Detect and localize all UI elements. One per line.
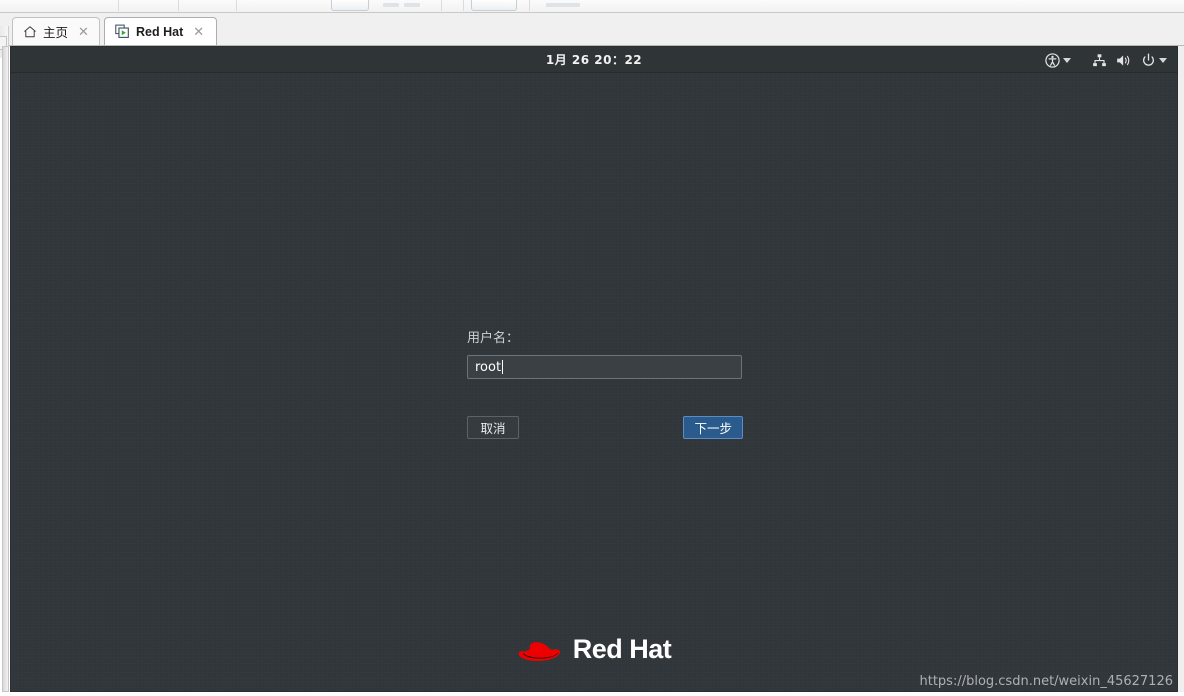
- tab-home-label: 主页: [43, 26, 69, 40]
- system-tray: [1043, 47, 1169, 73]
- username-label: 用户名：: [467, 331, 520, 346]
- tab-strip: 主页 ✕ Red Hat ✕: [0, 13, 1184, 58]
- tab-home-close-icon[interactable]: ✕: [76, 25, 91, 38]
- toolbar-button-ghost-5[interactable]: [546, 3, 580, 7]
- next-button[interactable]: 下一步: [683, 416, 743, 439]
- guest-scrollbar-left[interactable]: [2, 46, 9, 692]
- tab-red-hat-label: Red Hat: [136, 24, 184, 39]
- toolbar-button-ghost-1[interactable]: [331, 0, 369, 11]
- text-cursor: [502, 360, 504, 374]
- guest-screen: 1月 26 20：22 用户名： root 取消 下一步 Red Hat htt…: [10, 46, 1178, 692]
- username-input[interactable]: root: [467, 355, 742, 379]
- network-status[interactable]: [1090, 53, 1109, 68]
- clock[interactable]: 1月 26 20：22: [11, 51, 1177, 68]
- toolbar-button-ghost-3[interactable]: [404, 3, 420, 7]
- red-hat-wordmark: Red Hat: [572, 634, 672, 664]
- login-form: 用户名： root 取消 下一步: [467, 327, 747, 439]
- guest-scrollbar-right[interactable]: [1178, 46, 1184, 692]
- network-icon: [1092, 53, 1107, 68]
- vm-screen-play-icon: [115, 24, 130, 39]
- tab-red-hat[interactable]: Red Hat ✕: [104, 17, 217, 45]
- cancel-button[interactable]: 取消: [467, 416, 519, 439]
- watermark-text: https://blog.csdn.net/weixin_45627126: [919, 674, 1173, 689]
- volume-icon: [1116, 53, 1132, 68]
- chevron-down-icon: [1063, 57, 1071, 63]
- gnome-top-panel: 1月 26 20：22: [11, 47, 1177, 73]
- power-icon: [1141, 52, 1156, 68]
- home-icon: [23, 25, 37, 39]
- volume-status[interactable]: [1114, 53, 1134, 68]
- red-hat-branding: Red Hat: [11, 630, 1177, 669]
- accessibility-menu[interactable]: [1043, 52, 1073, 68]
- username-input-value: root: [475, 359, 502, 375]
- host-toolbar: [0, 0, 1184, 13]
- red-hat-fedora-logo-icon: [517, 630, 563, 669]
- login-button-row: 取消 下一步: [467, 416, 743, 439]
- tab-red-hat-close-icon[interactable]: ✕: [191, 25, 206, 38]
- toolbar-button-ghost-2[interactable]: [383, 3, 399, 7]
- accessibility-icon: [1045, 52, 1060, 68]
- power-menu[interactable]: [1139, 52, 1169, 68]
- tab-home[interactable]: 主页 ✕: [12, 17, 100, 45]
- toolbar-button-ghost-4[interactable]: [471, 0, 517, 11]
- screen-root: 主页 ✕ Red Hat ✕ 1月 26 20：22 用户名： root 取消 …: [0, 0, 1184, 696]
- chevron-down-icon: [1159, 57, 1167, 63]
